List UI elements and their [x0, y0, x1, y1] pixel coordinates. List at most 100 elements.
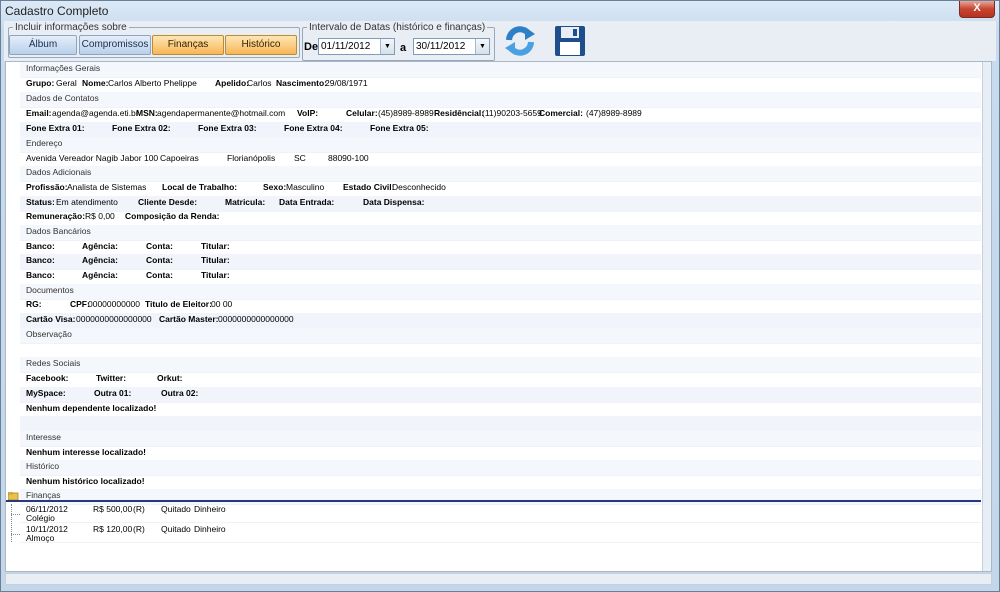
- a-label: a: [400, 42, 407, 54]
- row-gerais: Grupo: Geral Nome: Carlos Alberto Phelip…: [20, 77, 981, 93]
- fone-extra-02-label: Fone Extra 02:: [112, 123, 171, 133]
- celular-label: Celular:: [346, 108, 378, 118]
- historico-button[interactable]: Histórico: [225, 35, 297, 55]
- facebook-label: Facebook:: [26, 373, 69, 383]
- section-contatos: Dados de Contatos: [20, 92, 981, 108]
- comercial-label: Comercial:: [539, 108, 583, 118]
- toolbar: Incluir informações sobre Álbum Compromi…: [4, 21, 996, 61]
- include-legend: Incluir informações sobre: [15, 22, 127, 33]
- cartao-master-value: 0000000000000000: [218, 314, 294, 324]
- titular-label: Titular:: [201, 241, 230, 251]
- section-gerais: Informações Gerais: [20, 62, 981, 78]
- section-title: Finanças: [26, 490, 61, 500]
- myspace-label: MySpace:: [26, 388, 66, 398]
- remuneracao-label: Remuneração:: [26, 211, 86, 221]
- rua-value: Avenida Vereador Nagib Jabor 100: [26, 153, 159, 163]
- section-title: Endereço: [26, 138, 63, 148]
- orkut-label: Orkut:: [157, 373, 183, 383]
- estado-civil-label: Estado Civil:: [343, 182, 395, 192]
- report-area: Informações Gerais Grupo: Geral Nome: Ca…: [5, 61, 992, 572]
- conta-label: Conta:: [146, 270, 173, 280]
- finance-description: Almoço: [26, 533, 55, 543]
- row-banco-2: Banco: Agência: Conta: Titular:: [20, 254, 981, 270]
- estado-civil-value: Desconhecido: [392, 182, 446, 192]
- finance-row: 10/11/2012 Almoço R$ 120,00 (R) Quitado …: [20, 523, 981, 543]
- save-icon[interactable]: [552, 23, 588, 59]
- section-observacao: Observação: [20, 328, 981, 344]
- horizontal-scrollbar[interactable]: [5, 573, 992, 585]
- conta-label: Conta:: [146, 255, 173, 265]
- financas-button[interactable]: Finanças: [152, 35, 224, 55]
- agencia-label: Agência:: [82, 241, 118, 251]
- chevron-down-icon[interactable]: ▼: [475, 39, 489, 54]
- titulo-eleitor-label: Titulo de Eleitor:: [145, 299, 212, 309]
- financas-divider: [6, 500, 981, 502]
- tree-branch: [11, 514, 20, 515]
- apelido-label: Apelido:: [215, 78, 249, 88]
- remuneracao-value: R$ 0,00: [85, 211, 115, 221]
- fone-extra-05-label: Fone Extra 05:: [370, 123, 429, 133]
- cartao-visa-value: 0000000000000000: [76, 314, 152, 324]
- refresh-icon[interactable]: [502, 23, 538, 59]
- titulo-eleitor-value: 00 00: [211, 299, 233, 309]
- bairro-value: Capoeiras: [160, 153, 199, 163]
- no-dependente-message: Nenhum dependente localizado!: [26, 403, 157, 413]
- row-redes-2: MySpace: Outra 01: Outra 02:: [20, 387, 981, 403]
- sexo-label: Sexo:: [263, 182, 287, 192]
- chevron-down-icon[interactable]: ▼: [380, 39, 394, 54]
- row-adicionais-3: Remuneração: R$ 0,00 Composição da Renda…: [20, 210, 981, 226]
- row-adicionais-1: Profissão: Analista de Sistemas Local de…: [20, 181, 981, 197]
- banco-label: Banco:: [26, 255, 55, 265]
- album-button[interactable]: Álbum: [9, 35, 77, 55]
- cpf-label: CPF:: [70, 299, 90, 309]
- residencial-value: (11)90203-5659: [482, 108, 542, 118]
- section-title: Informações Gerais: [26, 63, 101, 73]
- close-button[interactable]: X: [959, 1, 995, 18]
- section-title: Dados Adicionais: [26, 167, 92, 177]
- row-blank: [20, 416, 981, 432]
- conta-label: Conta:: [146, 241, 173, 251]
- date-from-select[interactable]: 01/11/2012 ▼: [318, 38, 395, 55]
- titular-label: Titular:: [201, 255, 230, 265]
- tree-branch: [11, 534, 20, 535]
- cartao-visa-label: Cartão Visa:: [26, 314, 76, 324]
- finance-type: (R): [133, 504, 145, 514]
- finance-status: Quitado: [161, 504, 191, 514]
- date-to-select[interactable]: 30/11/2012 ▼: [413, 38, 490, 55]
- voip-label: VoIP:: [297, 108, 319, 118]
- rg-label: RG:: [26, 299, 42, 309]
- fone-extra-01-label: Fone Extra 01:: [26, 123, 85, 133]
- cliente-desde-label: Cliente Desde:: [138, 197, 198, 207]
- status-label: Status:: [26, 197, 55, 207]
- finance-row: 06/11/2012 Colégio R$ 500,00 (R) Quitado…: [20, 503, 981, 523]
- section-title: Observação: [26, 329, 72, 339]
- compromissos-button[interactable]: Compromissos: [79, 35, 151, 55]
- agencia-label: Agência:: [82, 255, 118, 265]
- finance-description: Colégio: [26, 513, 55, 523]
- data-entrada-label: Data Entrada:: [279, 197, 335, 207]
- finance-method: Dinheiro: [194, 504, 226, 514]
- folder-open-icon[interactable]: [7, 491, 19, 501]
- grupo-label: Grupo:: [26, 78, 55, 88]
- de-label: De: [304, 41, 319, 53]
- titular-label: Titular:: [201, 270, 230, 280]
- cartao-master-label: Cartão Master:: [159, 314, 219, 324]
- apelido-value: Carlos: [247, 78, 272, 88]
- data-dispensa-label: Data Dispensa:: [363, 197, 425, 207]
- email-label: Email:: [26, 108, 52, 118]
- comercial-value: (47)8989-8989: [586, 108, 642, 118]
- row-documentos-2: Cartão Visa: 0000000000000000 Cartão Mas…: [20, 313, 981, 329]
- vertical-scrollbar[interactable]: [982, 62, 991, 571]
- nascimento-label: Nascimento:: [276, 78, 328, 88]
- date-range-legend: Intervalo de Datas (histórico e finanças…: [309, 22, 486, 33]
- status-value: Em atendimento: [56, 197, 118, 207]
- agencia-label: Agência:: [82, 270, 118, 280]
- outra-02-label: Outra 02:: [161, 388, 199, 398]
- msn-label: MSN:: [136, 108, 158, 118]
- nome-value: Carlos Alberto Phelippe: [108, 78, 197, 88]
- section-redes: Redes Sociais: [20, 357, 981, 373]
- row-contatos: Email: agenda@agenda.eti.br MSN: agendap…: [20, 107, 981, 123]
- finance-value: R$ 120,00: [93, 524, 133, 534]
- section-historico: Histórico: [20, 460, 981, 476]
- section-title: Dados Bancários: [26, 226, 91, 236]
